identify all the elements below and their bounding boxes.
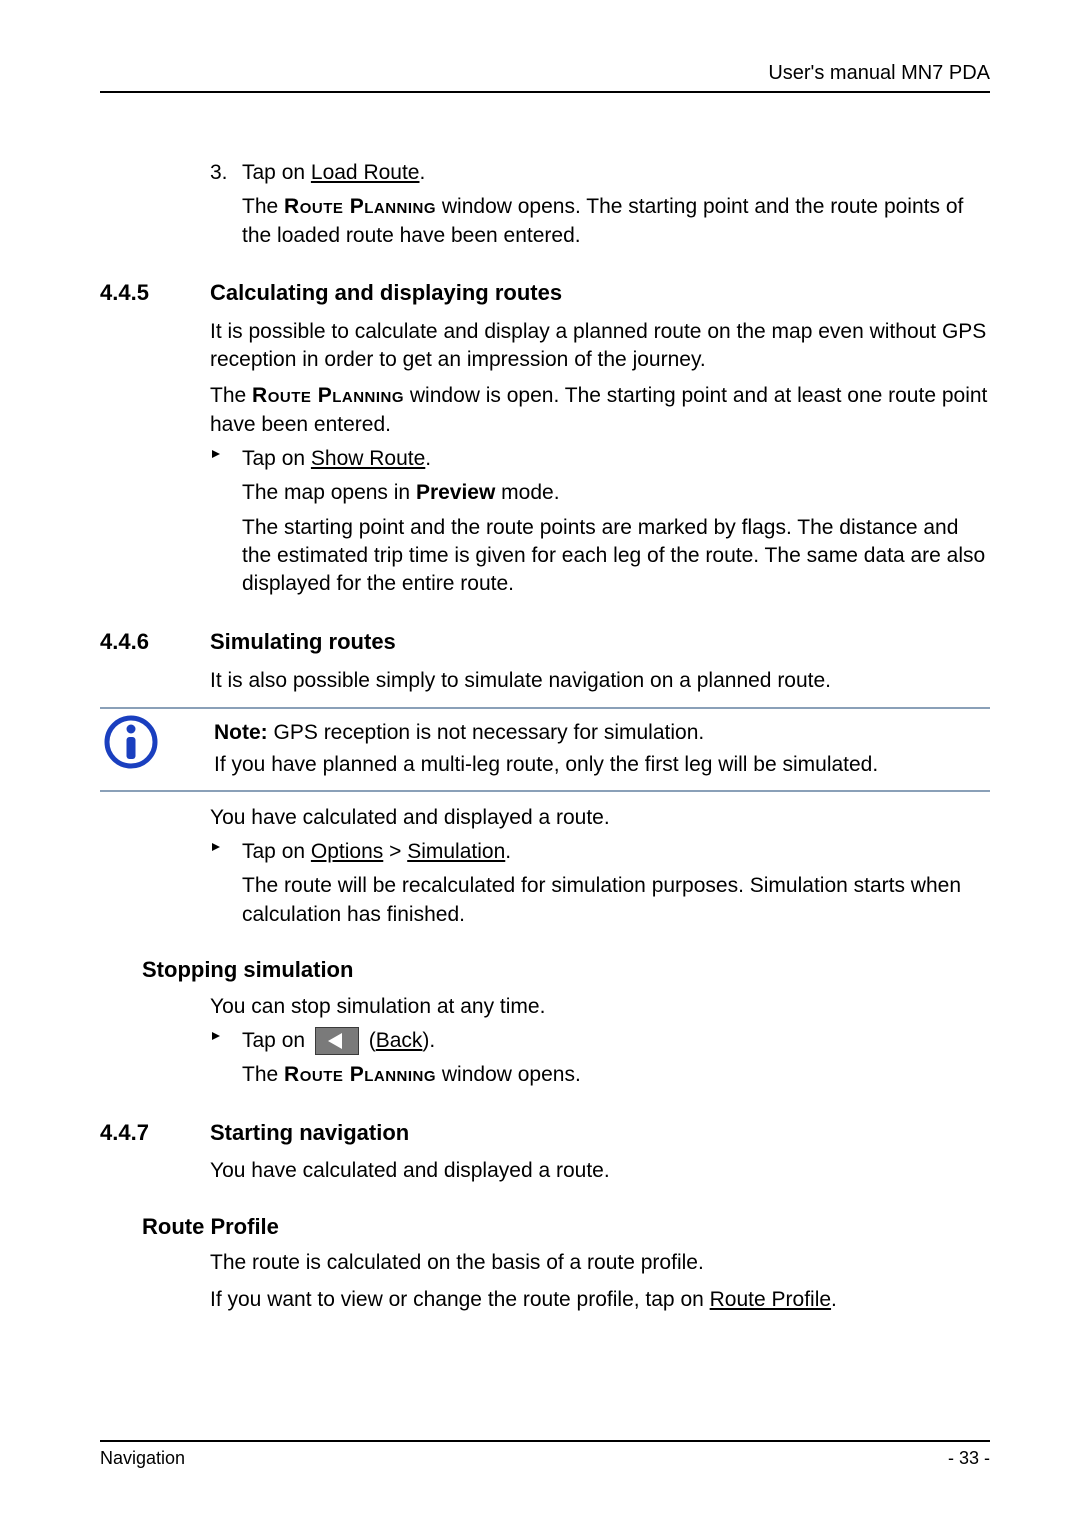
step-3-result: The Route Planning window opens. The sta… (242, 193, 990, 250)
preview-label: Preview (416, 481, 495, 504)
paragraph: It is possible to calculate and display … (210, 318, 990, 375)
list-marker: 3. (210, 159, 242, 187)
page: User's manual MN7 PDA 3. Tap on Load Rou… (0, 0, 1080, 1520)
options-link: Options (311, 840, 383, 863)
back-button-icon (315, 1027, 359, 1055)
footer-page-number: - 33 - (948, 1446, 990, 1470)
paragraph: The starting point and the route points … (242, 514, 990, 599)
route-profile-link: Route Profile (710, 1288, 831, 1311)
route-planning-label: Route Planning (252, 384, 404, 407)
triangle-bullet-icon (210, 838, 242, 866)
simulation-link: Simulation (407, 840, 505, 863)
route-planning-label: Route Planning (284, 1063, 436, 1086)
load-route-link: Load Route (311, 161, 420, 184)
route-planning-label: Route Planning (284, 195, 436, 218)
show-route-link: Show Route (311, 447, 425, 470)
bullet-back: Tap on (Back). (210, 1027, 990, 1055)
subheading-stopping-simulation: Stopping simulation (142, 955, 990, 985)
triangle-bullet-icon (210, 1027, 242, 1055)
list-item-body: Tap on Options > Simulation. (242, 838, 990, 866)
header-title: User's manual MN7 PDA (100, 60, 990, 91)
paragraph: It is also possible simply to simulate n… (210, 667, 990, 695)
info-icon (100, 715, 214, 769)
paragraph: You have calculated and displayed a rout… (210, 804, 990, 832)
section-title: Starting navigation (210, 1118, 409, 1148)
step-3: 3. Tap on Load Route. (210, 159, 990, 187)
paragraph: The route is calculated on the basis of … (210, 1249, 990, 1277)
back-link: Back (376, 1029, 423, 1052)
footer-section: Navigation (100, 1446, 185, 1470)
section-title: Calculating and displaying routes (210, 278, 562, 308)
note-rule-top (100, 707, 990, 709)
subheading-route-profile: Route Profile (142, 1212, 990, 1242)
list-item-body: Tap on (Back). (242, 1027, 990, 1055)
section-4-4-6: 4.4.6 Simulating routes (100, 627, 990, 657)
section-title: Simulating routes (210, 627, 396, 657)
triangle-bullet-icon (210, 445, 242, 473)
list-item-body: Tap on Show Route. (242, 445, 990, 473)
section-number: 4.4.7 (100, 1118, 210, 1148)
bullet-options-simulation: Tap on Options > Simulation. (210, 838, 990, 866)
bullet-show-route: Tap on Show Route. (210, 445, 990, 473)
list-item-body: Tap on Load Route. (242, 159, 990, 187)
section-4-4-5: 4.4.5 Calculating and displaying routes (100, 278, 990, 308)
paragraph: If you want to view or change the route … (210, 1286, 990, 1314)
page-content: 3. Tap on Load Route. The Route Planning… (100, 93, 990, 1314)
section-number: 4.4.5 (100, 278, 210, 308)
paragraph: You can stop simulation at any time. (210, 993, 990, 1021)
paragraph: The route will be recalculated for simul… (242, 872, 990, 929)
paragraph: You have calculated and displayed a rout… (210, 1157, 990, 1185)
paragraph: The map opens in Preview mode. (242, 479, 990, 507)
note-box: Note: GPS reception is not necessary for… (100, 707, 990, 792)
paragraph: The Route Planning window is open. The s… (210, 382, 990, 439)
section-number: 4.4.6 (100, 627, 210, 657)
paragraph: The Route Planning window opens. (242, 1061, 990, 1089)
note-rule-bottom (100, 790, 990, 792)
page-footer: Navigation - 33 - (100, 1440, 990, 1470)
section-4-4-7: 4.4.7 Starting navigation (100, 1118, 990, 1148)
note-text: Note: GPS reception is not necessary for… (214, 715, 990, 784)
